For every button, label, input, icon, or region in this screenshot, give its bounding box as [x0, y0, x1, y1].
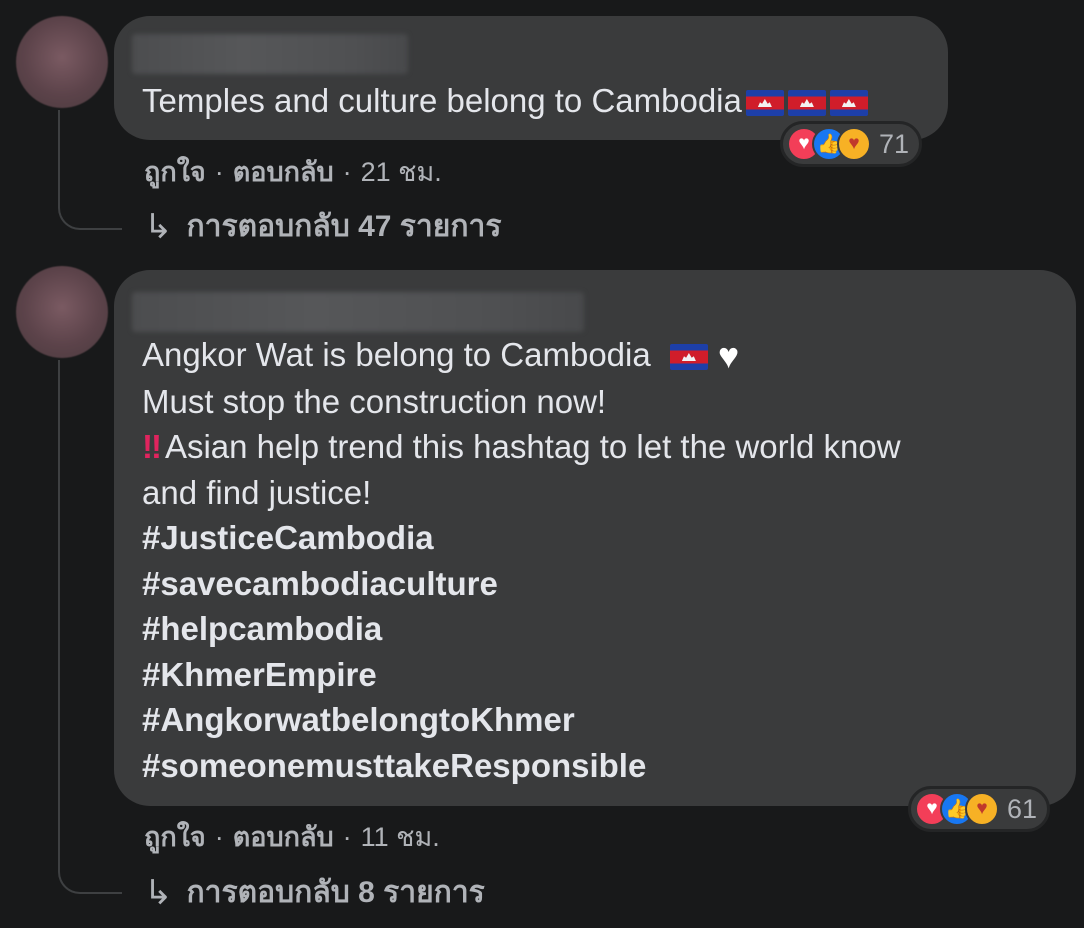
- replies-count-label: การตอบกลับ 8 รายการ: [186, 876, 485, 909]
- like-button[interactable]: ถูกใจ: [144, 822, 206, 852]
- double-exclamation-icon: ‼: [142, 428, 162, 465]
- comment-line: Asian help trend this hashtag to let the…: [164, 428, 901, 465]
- care-reaction-icon: ♥: [965, 792, 999, 826]
- avatar[interactable]: [16, 266, 108, 358]
- replies-count-label: การตอบกลับ 47 รายการ: [186, 210, 502, 243]
- comment-text: Angkor Wat is belong to Cambodia ♥ Must …: [142, 332, 901, 788]
- comment-line: Must stop the construction now!: [142, 382, 607, 420]
- hashtag-link[interactable]: #AngkorwatbelongtoKhmer: [142, 697, 901, 743]
- reply-button[interactable]: ตอบกลับ: [233, 822, 334, 852]
- separator: ·: [214, 157, 224, 187]
- view-replies-link[interactable]: ↳ การตอบกลับ 47 รายการ: [144, 203, 501, 250]
- cambodia-flag-icon: [669, 344, 708, 370]
- reaction-count: 61: [1007, 793, 1038, 824]
- author-name-blurred[interactable]: [132, 292, 584, 332]
- reaction-count: 71: [879, 128, 910, 159]
- reply-arrow-icon: ↳: [144, 873, 173, 912]
- comment-actions: ถูกใจ · ตอบกลับ · 21 ชม.: [144, 150, 442, 193]
- white-heart-icon: ♥: [717, 335, 740, 376]
- reply-button[interactable]: ตอบกลับ: [233, 157, 334, 187]
- separator: ·: [342, 157, 352, 187]
- timestamp[interactable]: 11 ชม.: [361, 822, 440, 852]
- comment-line: Angkor Wat is belong to Cambodia: [142, 336, 651, 373]
- hashtag-link[interactable]: #helpcambodia: [142, 606, 901, 652]
- hashtag-link[interactable]: #someonemusttakeResponsible: [142, 743, 901, 789]
- reply-arrow-icon: ↳: [144, 207, 173, 246]
- comment-line: Temples and culture belong to Cambodia: [142, 82, 742, 119]
- hashtag-link[interactable]: #KhmerEmpire: [142, 652, 901, 698]
- thread-connector: [58, 110, 122, 230]
- separator: ·: [342, 822, 352, 852]
- reactions-summary[interactable]: ♥ 👍 ♥ 71: [780, 121, 923, 167]
- view-replies-link[interactable]: ↳ การตอบกลับ 8 รายการ: [144, 869, 485, 916]
- separator: ·: [214, 822, 224, 852]
- hashtag-link[interactable]: #savecambodiaculture: [142, 561, 901, 607]
- comment-line: and find justice!: [142, 473, 372, 511]
- comment-bubble: Angkor Wat is belong to Cambodia ♥ Must …: [114, 270, 1076, 806]
- reactions-summary[interactable]: ♥ 👍 ♥ 61: [908, 786, 1051, 832]
- avatar[interactable]: [16, 16, 108, 108]
- cambodia-flag-icon: [829, 90, 868, 116]
- comment-text: Temples and culture belong to Cambodia: [142, 78, 868, 124]
- hashtag-link[interactable]: #JusticeCambodia: [142, 515, 901, 561]
- care-reaction-icon: ♥: [837, 127, 871, 161]
- comment-actions: ถูกใจ · ตอบกลับ · 11 ชม.: [144, 815, 440, 858]
- cambodia-flag-icon: [787, 90, 826, 116]
- author-name-blurred[interactable]: [132, 34, 408, 74]
- cambodia-flag-icon: [745, 90, 784, 116]
- thread-connector: [58, 360, 122, 894]
- comment-thread: Temples and culture belong to Cambodia ♥…: [0, 0, 1084, 928]
- like-button[interactable]: ถูกใจ: [144, 157, 206, 187]
- timestamp[interactable]: 21 ชม.: [361, 157, 442, 187]
